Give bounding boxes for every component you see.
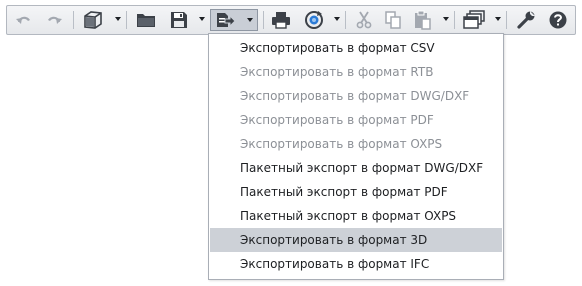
rotate-view-dropdown-arrow[interactable] xyxy=(334,17,340,21)
undo-button[interactable] xyxy=(13,9,35,31)
3d-view-button[interactable] xyxy=(81,9,105,31)
menu-item-batch-export-pdf[interactable]: Пакетный экспорт в формат PDF xyxy=(210,180,502,204)
windows-dropdown-arrow[interactable] xyxy=(495,17,501,21)
3d-box-icon xyxy=(84,11,102,29)
print-icon xyxy=(272,12,290,29)
settings-button[interactable] xyxy=(514,9,538,31)
redo-icon xyxy=(48,16,62,24)
save-dropdown-arrow[interactable] xyxy=(199,17,205,21)
undo-icon xyxy=(16,16,30,24)
menu-item-batch-export-dwg-dxf[interactable]: Пакетный экспорт в формат DWG/DXF xyxy=(210,156,502,180)
paste-button[interactable] xyxy=(411,9,435,31)
help-icon xyxy=(549,11,567,29)
rotate-view-icon xyxy=(305,11,323,29)
3d-view-dropdown-arrow[interactable] xyxy=(115,17,121,21)
menu-item-export-oxps[interactable]: Экспортировать в формат OXPS xyxy=(210,132,502,156)
menu-item-batch-export-oxps[interactable]: Пакетный экспорт в формат OXPS xyxy=(210,204,502,228)
paste-icon xyxy=(415,10,431,30)
menu-item-export-ifc[interactable]: Экспортировать в формат IFC xyxy=(210,252,502,276)
toolbar-separator xyxy=(263,11,264,29)
help-button[interactable] xyxy=(547,9,569,31)
menu-item-export-dwg-dxf[interactable]: Экспортировать в формат DWG/DXF xyxy=(210,84,502,108)
open-button[interactable] xyxy=(134,9,158,31)
export-dropdown-arrow[interactable] xyxy=(247,18,253,22)
copy-button[interactable] xyxy=(382,9,404,31)
rotate-view-button[interactable] xyxy=(301,9,327,31)
toolbar-separator xyxy=(73,11,74,29)
menu-item-export-csv[interactable]: Экспортировать в формат CSV xyxy=(210,36,502,60)
copy-icon xyxy=(385,11,401,29)
wrench-icon xyxy=(517,11,535,29)
main-toolbar xyxy=(6,5,576,35)
cut-button[interactable] xyxy=(353,9,375,31)
export-button[interactable] xyxy=(210,9,258,31)
export-icon xyxy=(217,13,236,28)
export-menu: Экспортировать в формат CSV Экспортирова… xyxy=(208,33,504,280)
toolbar-separator xyxy=(345,11,346,29)
open-folder-icon xyxy=(137,14,155,27)
cut-icon xyxy=(356,11,372,29)
save-icon xyxy=(171,12,187,28)
windows-button[interactable] xyxy=(462,9,488,31)
menu-item-export-3d[interactable]: Экспортировать в формат 3D xyxy=(210,228,502,252)
menu-item-export-pdf[interactable]: Экспортировать в формат PDF xyxy=(210,108,502,132)
windows-icon xyxy=(463,10,485,29)
save-button[interactable] xyxy=(167,9,191,31)
redo-button[interactable] xyxy=(43,9,65,31)
paste-dropdown-arrow[interactable] xyxy=(443,17,449,21)
toolbar-separator xyxy=(126,11,127,29)
toolbar-separator xyxy=(454,11,455,29)
print-button[interactable] xyxy=(269,9,293,31)
menu-item-export-rtb[interactable]: Экспортировать в формат RTB xyxy=(210,60,502,84)
toolbar-separator xyxy=(506,11,507,29)
